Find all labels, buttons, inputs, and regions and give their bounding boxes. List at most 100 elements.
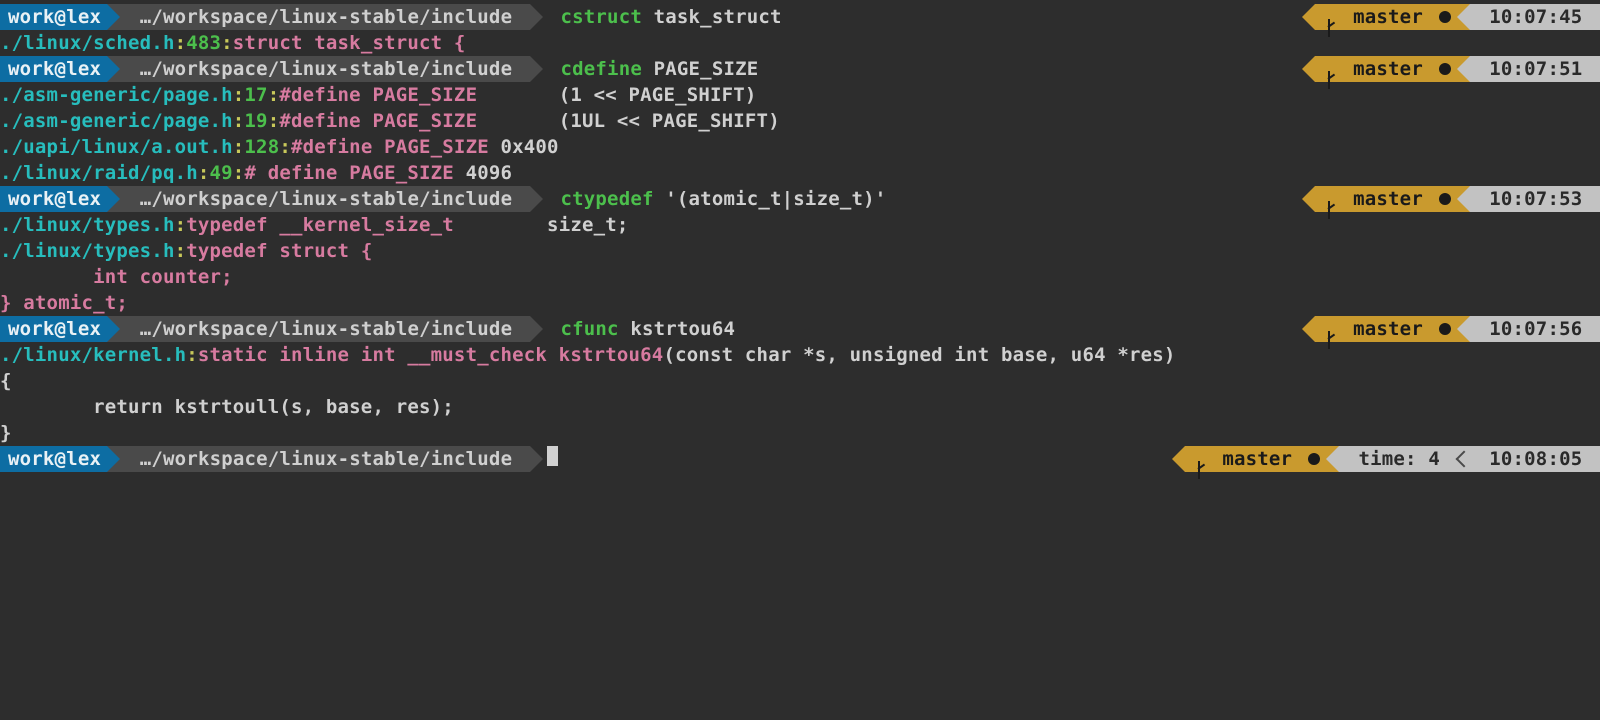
- command-args: task_struct: [642, 6, 782, 28]
- git-dirty-dot-icon: [1439, 193, 1451, 205]
- powerline-sep-icon: [530, 316, 543, 342]
- clock-time: 10:07:51: [1478, 56, 1594, 82]
- prompt-line[interactable]: work@lex …/workspace/linux-stable/includ…: [0, 316, 1600, 342]
- git-branch-segment: master: [1315, 186, 1456, 212]
- output-line: return kstrtoull(s, base, res);: [0, 394, 1600, 420]
- output-span: :: [233, 110, 245, 132]
- powerline-sep-icon: [530, 446, 543, 472]
- output-span: 128: [244, 136, 279, 158]
- thin-sep-icon: [1458, 446, 1470, 472]
- powerline-sep-icon: [530, 56, 543, 82]
- prompt-path-segment: …/workspace/linux-stable/include: [120, 186, 530, 212]
- clock-time: 10:08:05: [1478, 446, 1594, 472]
- git-dirty-dot-icon: [1439, 11, 1451, 23]
- prompt-line[interactable]: work@lex …/workspace/linux-stable/includ…: [0, 186, 1600, 212]
- powerline-sep-icon: [1302, 316, 1315, 342]
- powerline-sep-icon: [1302, 4, 1315, 30]
- git-branch-segment: master: [1185, 446, 1326, 472]
- prompt-right-cluster: master 10:07:51: [1302, 56, 1600, 82]
- output-span: typedef __kernel_size_t: [186, 214, 454, 236]
- command-args: PAGE_SIZE: [642, 58, 758, 80]
- command-text[interactable]: cstruct task_struct: [543, 4, 782, 30]
- output-span: :: [198, 162, 210, 184]
- output-span: 483: [186, 32, 221, 54]
- powerline-sep-icon: [107, 316, 120, 342]
- prompt-line[interactable]: work@lex …/workspace/linux-stable/includ…: [0, 56, 1600, 82]
- prompt-right-cluster: master 10:07:53: [1302, 186, 1600, 212]
- output-span: :: [175, 214, 187, 236]
- clock-time: 10:07:45: [1478, 4, 1594, 30]
- prompt-right-cluster: master 10:07:45: [1302, 4, 1600, 30]
- output-span: #define PAGE_SIZE: [291, 136, 489, 158]
- output-span: ./asm-generic/page.h: [0, 110, 233, 132]
- prompt-right-cluster: master time: 4 10:08:05: [1172, 446, 1600, 472]
- output-line: ./asm-generic/page.h:19:#define PAGE_SIZ…: [0, 108, 1600, 134]
- output-line: ./uapi/linux/a.out.h:128:#define PAGE_SI…: [0, 134, 1600, 160]
- output-span: :: [233, 162, 245, 184]
- output-span: ./linux/kernel.h: [0, 344, 186, 366]
- prompt-path: …/workspace/linux-stable/include: [128, 446, 524, 472]
- powerline-sep-icon: [107, 4, 120, 30]
- prompt-path-segment: …/workspace/linux-stable/include: [120, 316, 530, 342]
- prompt-path: …/workspace/linux-stable/include: [128, 4, 524, 30]
- clock-segment: 10:07:56: [1470, 316, 1600, 342]
- terminal-viewport[interactable]: work@lex …/workspace/linux-stable/includ…: [0, 0, 1600, 720]
- command-name: cdefine: [549, 58, 642, 80]
- output-span: :: [233, 136, 245, 158]
- git-dirty-dot-icon: [1439, 63, 1451, 75]
- git-branch-name: master: [1341, 186, 1434, 212]
- output-span: ./linux/types.h: [0, 214, 175, 236]
- output-span: # define PAGE_SIZE: [244, 162, 454, 184]
- output-line: ./linux/types.h:typedef struct {: [0, 238, 1600, 264]
- output-span: return kstrtoull(s, base, res);: [0, 396, 454, 418]
- output-span: :: [186, 344, 198, 366]
- output-span: ./linux/sched.h: [0, 32, 175, 54]
- output-span: 4096: [454, 162, 512, 184]
- prompt-line[interactable]: work@lex …/workspace/linux-stable/includ…: [0, 4, 1600, 30]
- output-span: :: [268, 84, 280, 106]
- output-span: } atomic_t;: [0, 292, 128, 314]
- output-span: #define PAGE_SIZE: [279, 84, 477, 106]
- output-span: 17: [244, 84, 267, 106]
- output-line: }: [0, 420, 1600, 446]
- git-branch-segment: master: [1315, 316, 1456, 342]
- prompt-user: work@lex: [8, 446, 101, 472]
- git-branch-name: master: [1341, 56, 1434, 82]
- command-text[interactable]: cdefine PAGE_SIZE: [543, 56, 759, 82]
- output-line: ./asm-generic/page.h:17:#define PAGE_SIZ…: [0, 82, 1600, 108]
- powerline-sep-icon: [107, 56, 120, 82]
- powerline-sep-icon: [1172, 446, 1185, 472]
- git-branch-name: master: [1341, 4, 1434, 30]
- output-span: 0x400: [489, 136, 559, 158]
- output-span: :: [221, 32, 233, 54]
- output-span: ./asm-generic/page.h: [0, 84, 233, 106]
- powerline-sep-icon: [1457, 4, 1470, 30]
- powerline-sep-icon: [530, 4, 543, 30]
- command-text[interactable]: cfunc kstrtou64: [543, 316, 735, 342]
- prompt-path-segment: …/workspace/linux-stable/include: [120, 4, 530, 30]
- command-name: cfunc: [549, 318, 619, 340]
- output-span: (1 << PAGE_SHIFT): [477, 84, 756, 106]
- powerline-sep-icon: [107, 186, 120, 212]
- output-span: size_t;: [454, 214, 629, 236]
- output-line: {: [0, 368, 1600, 394]
- prompt-user-segment: work@lex: [0, 56, 107, 82]
- prompt-line[interactable]: work@lex …/workspace/linux-stable/includ…: [0, 446, 1600, 472]
- output-span: ./linux/types.h: [0, 240, 175, 262]
- command-args: kstrtou64: [619, 318, 735, 340]
- command-name: cstruct: [549, 6, 642, 28]
- prompt-path: …/workspace/linux-stable/include: [128, 186, 524, 212]
- clock-segment: 10:08:05: [1470, 446, 1600, 472]
- prompt-user: work@lex: [8, 56, 101, 82]
- clock-segment: 10:07:51: [1470, 56, 1600, 82]
- clock-segment: 10:07:45: [1470, 4, 1600, 30]
- prompt-path-segment: …/workspace/linux-stable/include: [120, 446, 530, 472]
- clock-segment: 10:07:53: [1470, 186, 1600, 212]
- command-text[interactable]: ctypedef '(atomic_t|size_t)': [543, 186, 887, 212]
- prompt-user: work@lex: [8, 4, 101, 30]
- git-dirty-dot-icon: [1308, 453, 1320, 465]
- git-dirty-dot-icon: [1439, 323, 1451, 335]
- prompt-path: …/workspace/linux-stable/include: [128, 316, 524, 342]
- powerline-sep-icon: [1457, 186, 1470, 212]
- output-span: 49: [210, 162, 233, 184]
